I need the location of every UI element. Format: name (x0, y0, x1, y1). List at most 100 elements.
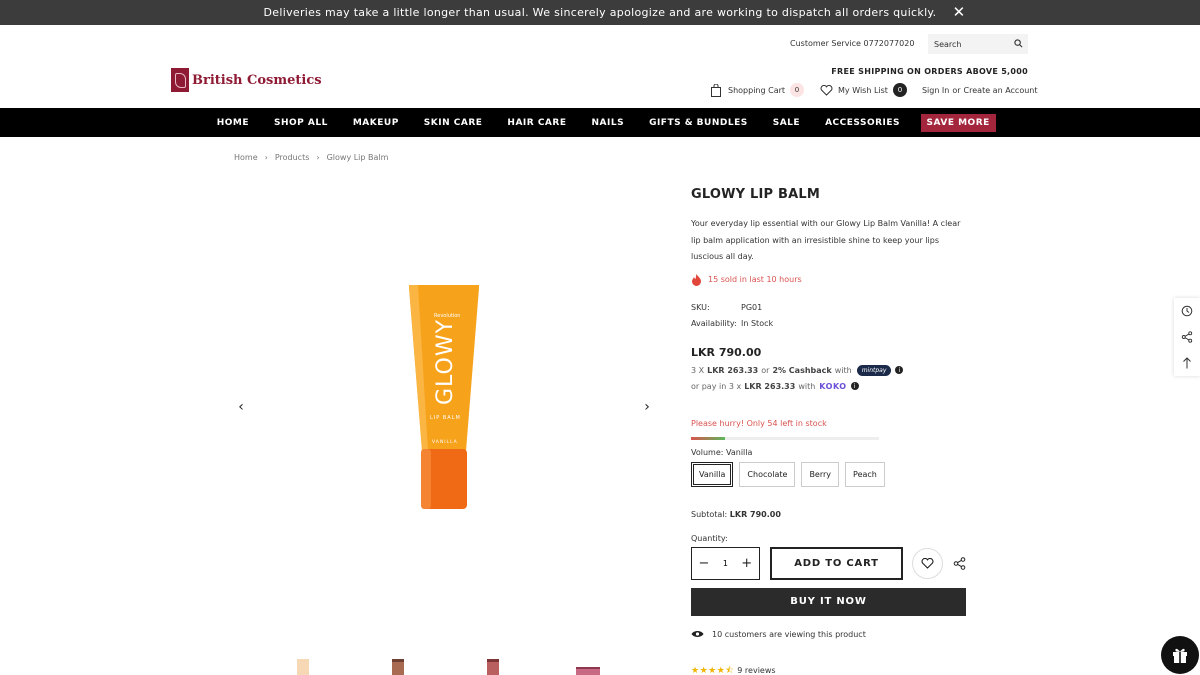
product-price: LKR 790.00 (691, 345, 762, 359)
gift-rewards-button[interactable] (1161, 636, 1199, 674)
star-rating-icon: ★★★★⯪ (691, 665, 735, 675)
thumbnail-berry[interactable] (480, 657, 506, 675)
gallery-next-arrow[interactable]: › (640, 400, 654, 414)
customer-service[interactable]: Customer Service 0772077020 (790, 39, 914, 48)
viewing-text: 10 customers are viewing this product (712, 629, 866, 639)
sign-in-link[interactable]: Sign In (922, 86, 949, 95)
create-account-link[interactable]: Create an Account (964, 86, 1038, 95)
volume-selected: Vanilla (726, 447, 753, 457)
product-image-variant: VANILLA (432, 439, 458, 445)
wishlist-link[interactable]: My Wish List 0 (820, 83, 907, 97)
stock-progress-bar (691, 436, 879, 440)
thumbnail-strip (290, 657, 670, 675)
breadcrumb-home[interactable]: Home (234, 153, 258, 162)
wishlist-label: My Wish List (838, 85, 888, 95)
search-box[interactable] (928, 34, 1028, 54)
eye-icon (691, 631, 704, 637)
option-chocolate[interactable]: Chocolate (739, 461, 796, 487)
quantity-label: Quantity: (691, 533, 728, 543)
chevron-right-icon: › (264, 153, 268, 162)
installment-amount: LKR 263.33 (707, 365, 759, 375)
stock-hurry-text: Please hurry! Only 54 left in stock (691, 418, 827, 428)
nav-item-home[interactable]: HOME (217, 118, 249, 128)
add-to-cart-button[interactable]: ADD TO CART (769, 546, 904, 580)
share-icon[interactable] (1180, 330, 1194, 344)
gallery-prev-arrow[interactable]: ‹ (234, 400, 248, 414)
subtotal-label: Subtotal: (691, 509, 728, 519)
free-shipping-note: FREE SHIPPING ON ORDERS ABOVE 5,000 (831, 67, 1028, 76)
nav-item-accessories[interactable]: ACCESSORIES (825, 118, 900, 128)
viewing-indicator: 10 customers are viewing this product (691, 630, 967, 639)
nav-item-save-more[interactable]: SAVE MORE (920, 113, 996, 132)
logo-text: British Cosmetics (192, 72, 322, 88)
nav-item-shop-all[interactable]: SHOP ALL (274, 118, 328, 128)
thumbnail-vanilla[interactable] (290, 657, 316, 675)
volume-options: Vanilla Chocolate Berry Peach (691, 461, 967, 487)
volume-label-row: Volume: Vanilla (691, 448, 967, 457)
sku-value: PG01 (741, 302, 763, 312)
shopping-bag-icon (711, 83, 721, 97)
product-image-subtitle: LIP BALM (430, 415, 461, 421)
nav-item-makeup[interactable]: MAKEUP (353, 118, 399, 128)
minus-icon[interactable]: − (698, 557, 710, 570)
thumbnail-set[interactable] (575, 657, 601, 675)
installment-cashback: 2% Cashback (772, 365, 832, 375)
search-input[interactable] (934, 39, 1009, 49)
product-image-brand: GLOWY (433, 319, 458, 405)
option-vanilla[interactable]: Vanilla (691, 461, 734, 487)
product-meta: SKU: PG01 Availability: In Stock (691, 300, 967, 333)
breadcrumb: Home › Products › Glowy Lip Balm (234, 153, 388, 162)
product-info: GLOWY LIP BALM Your everyday lip essenti… (691, 187, 967, 675)
info-icon[interactable]: i (850, 382, 859, 390)
plus-icon[interactable]: + (741, 557, 753, 570)
sku-label: SKU: (691, 302, 710, 312)
header-links: Shopping Cart 0 My Wish List 0 Sign In o… (710, 82, 1038, 98)
wishlist-count-badge: 0 (892, 83, 907, 97)
heart-icon (820, 84, 833, 96)
nav-item-hair-care[interactable]: HAIR CARE (507, 118, 566, 128)
mintpay-logo: mintpay (856, 364, 892, 376)
thumbnail-chocolate[interactable] (385, 657, 411, 675)
gift-icon (1173, 648, 1187, 663)
cart-row: − + ADD TO CART (691, 546, 967, 580)
koko-prefix: or pay in 3 x (691, 381, 742, 391)
subtotal-value: LKR 790.00 (729, 509, 781, 519)
stock-progress-fill (691, 436, 725, 440)
heart-icon (921, 557, 934, 569)
back-to-top-icon[interactable] (1180, 356, 1194, 370)
close-icon[interactable]: ✕ (952, 5, 966, 20)
sold-text: 15 sold in last 10 hours (708, 275, 802, 284)
cart-label: Shopping Cart (728, 85, 786, 95)
or-text: or (952, 85, 961, 95)
subtotal-row: Subtotal: LKR 790.00 (691, 510, 967, 519)
installment-or: or (761, 365, 770, 375)
availability-value: In Stock (741, 319, 774, 328)
option-peach[interactable]: Peach (845, 461, 885, 487)
side-toolbar (1174, 298, 1200, 376)
koko-amount: LKR 263.33 (744, 381, 796, 391)
search-icon[interactable] (1014, 39, 1023, 48)
nav-item-sale[interactable]: SALE (773, 118, 800, 128)
quantity-input[interactable] (713, 558, 738, 568)
nav-item-nails[interactable]: NAILS (591, 118, 624, 128)
main-nav: HOME SHOP ALL MAKEUP SKIN CARE HAIR CARE… (0, 108, 1200, 137)
shopping-cart-link[interactable]: Shopping Cart 0 (710, 83, 805, 97)
nav-item-skin-care[interactable]: SKIN CARE (424, 118, 483, 128)
site-logo[interactable]: British Cosmetics (171, 68, 322, 92)
account-links: Sign In or Create an Account (922, 86, 1038, 95)
add-to-wishlist-button[interactable] (912, 547, 944, 579)
share-button[interactable] (951, 555, 967, 571)
quantity-stepper: − + (691, 546, 760, 580)
svg-text:Revolution: Revolution (434, 313, 460, 319)
option-berry[interactable]: Berry (801, 461, 840, 487)
buy-it-now-button[interactable]: BUY IT NOW (691, 587, 966, 616)
breadcrumb-current: Glowy Lip Balm (326, 153, 389, 162)
reviews-count[interactable]: 9 reviews (737, 666, 775, 675)
info-icon[interactable]: i (895, 366, 904, 374)
volume-label: Volume: (691, 447, 724, 457)
reviews-row[interactable]: ★★★★⯪ 9 reviews (691, 663, 967, 675)
breadcrumb-products[interactable]: Products (275, 153, 310, 162)
recently-viewed-icon[interactable] (1180, 304, 1194, 318)
product-title: GLOWY LIP BALM (691, 187, 820, 202)
nav-item-gifts-bundles[interactable]: GIFTS & BUNDLES (649, 118, 748, 128)
